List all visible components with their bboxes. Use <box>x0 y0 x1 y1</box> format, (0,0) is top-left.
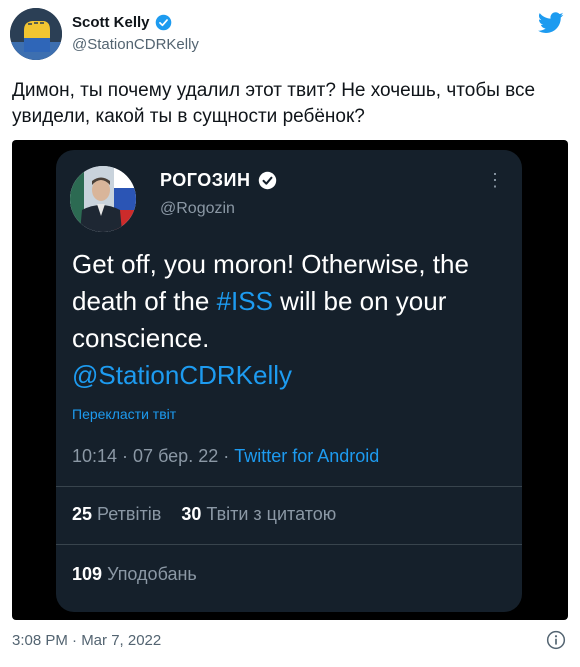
divider <box>56 486 522 487</box>
author-name[interactable]: Scott Kelly <box>72 14 150 31</box>
mention-link[interactable]: @StationCDRKelly <box>72 360 292 390</box>
tweet-time[interactable]: 10:14 · 07 бер. 22 · <box>72 446 234 466</box>
likes-stats: 109 Уподобань <box>72 564 197 585</box>
portrait-image <box>70 166 136 232</box>
embedded-tweet-card: РОГОЗИН @Rogozin ⋮ Get off, you moron! O… <box>56 150 522 612</box>
embedded-tweet-text: Get off, you moron! Otherwise, the death… <box>72 246 512 394</box>
tweet-text: Димон, ты почему удалил этот твит? Не хо… <box>12 80 536 127</box>
embedded-name[interactable]: РОГОЗИН <box>160 170 250 191</box>
embedded-verified-icon <box>259 171 277 190</box>
translate-link[interactable]: Перекласти твіт <box>72 406 176 422</box>
likes-label[interactable]: Уподобань <box>107 564 197 584</box>
quotes-label[interactable]: Твіти з цитатою <box>206 504 336 524</box>
twitter-bird-icon[interactable] <box>538 12 564 34</box>
more-icon[interactable]: ⋮ <box>486 171 504 189</box>
author-avatar[interactable] <box>10 8 62 60</box>
embedded-screenshot: РОГОЗИН @Rogozin ⋮ Get off, you moron! O… <box>12 140 568 620</box>
verified-icon <box>155 14 171 31</box>
info-icon[interactable] <box>546 630 566 650</box>
retweet-stats: 25 Ретвітів 30 Твіти з цитатою <box>72 504 336 525</box>
author-handle[interactable]: @StationCDRKelly <box>72 36 199 53</box>
likes-count[interactable]: 109 <box>72 564 102 584</box>
embedded-handle[interactable]: @Rogozin <box>160 200 235 218</box>
divider <box>56 544 522 545</box>
quotes-count[interactable]: 30 <box>181 504 201 524</box>
embedded-avatar <box>70 166 136 232</box>
retweets-count[interactable]: 25 <box>72 504 92 524</box>
tweet-meta: 10:14 · 07 бер. 22 · Twitter for Android <box>72 446 379 467</box>
hashtag-link[interactable]: #ISS <box>217 286 273 316</box>
avatar-fist-image <box>10 8 62 60</box>
tweet-app[interactable]: Twitter for Android <box>234 446 379 466</box>
retweets-label[interactable]: Ретвітів <box>97 504 161 524</box>
tweet-timestamp[interactable]: 3:08 PM · Mar 7, 2022 <box>12 632 161 649</box>
